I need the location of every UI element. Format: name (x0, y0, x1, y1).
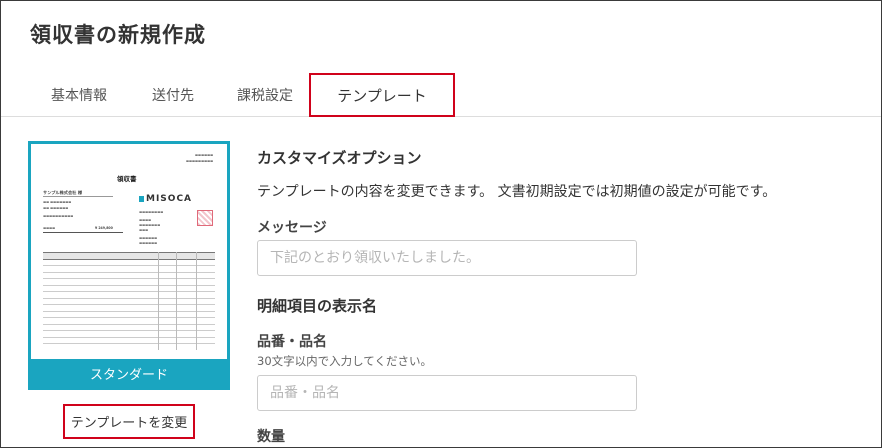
message-label: メッセージ (257, 220, 327, 236)
preview-title: 領収書 (117, 175, 137, 183)
window-frame: 領収書の新規作成 基本情報 送付先 課税設定 テンプレート ▬▬▬▬▬▬ ▬▬▬… (0, 0, 882, 448)
template-preview-document: ▬▬▬▬▬▬ ▬▬▬▬▬▬▬▬▬ 領収書 サンプル株式会社 様 ▬▬ ▬▬▬▬▬… (39, 150, 219, 354)
item-name-hint: 30文字以内で入力してください。 (257, 354, 432, 368)
message-input[interactable] (257, 240, 637, 276)
preview-date-placeholder: ▬▬▬▬▬▬ (194, 153, 213, 157)
customize-description: テンプレートの内容を変更できます。 文書初期設定では初期値の設定が可能です。 (257, 184, 777, 200)
preview-amount: ¥ 249,800 (95, 226, 113, 230)
page-title: 領収書の新規作成 (30, 23, 206, 47)
preview-table (43, 252, 215, 344)
customize-section-title: カスタマイズオプション (257, 149, 422, 167)
quantity-label: 数量 (257, 429, 285, 445)
details-section-title: 明細項目の表示名 (257, 297, 378, 315)
template-name-label: スタンダード (31, 359, 227, 387)
change-template-button[interactable]: テンプレートを変更 (63, 404, 195, 439)
template-thumbnail[interactable]: ▬▬▬▬▬▬ ▬▬▬▬▬▬▬▬▬ 領収書 サンプル株式会社 様 ▬▬ ▬▬▬▬▬… (28, 141, 230, 390)
preview-logo: MISOCA (146, 194, 193, 204)
preview-number-placeholder: ▬▬▬▬▬▬▬▬▬ (185, 159, 213, 163)
tab-tax-settings[interactable]: 課税設定 (237, 85, 293, 105)
item-name-label: 品番・品名 (257, 334, 327, 350)
tab-template[interactable]: テンプレート (309, 73, 455, 117)
tab-basic-info[interactable]: 基本情報 (51, 85, 107, 105)
tab-destination[interactable]: 送付先 (152, 85, 194, 105)
preview-seal (197, 210, 213, 226)
preview-logo-mark (139, 196, 144, 202)
item-name-input[interactable] (257, 375, 637, 411)
tab-bar: 基本情報 送付先 課税設定 テンプレート (1, 71, 881, 117)
